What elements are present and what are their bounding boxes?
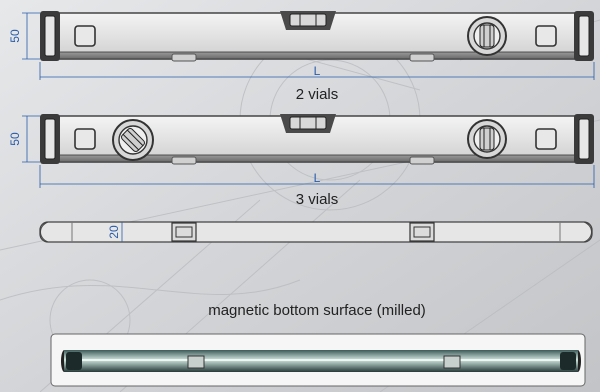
round-vial: [467, 119, 507, 159]
bottom-caption: magnetic bottom surface (milled): [208, 302, 426, 319]
top-vial: [280, 114, 336, 133]
level-b-height-dim: 50: [8, 132, 22, 146]
level-a-length-dim: L: [314, 64, 321, 78]
top-vial: [280, 11, 336, 30]
level-side-view: 20: [39, 221, 593, 243]
level-b-caption: 3 vials: [295, 191, 339, 208]
bottom-surface-photo: [50, 333, 586, 387]
angled-vial: [112, 119, 154, 161]
level-a-caption: 2 vials: [295, 86, 339, 103]
level-a-height-dim: 50: [8, 29, 22, 43]
side-thickness-dim: 20: [107, 225, 121, 239]
level-b-length-dim: L: [314, 171, 321, 185]
round-vial: [467, 16, 507, 56]
